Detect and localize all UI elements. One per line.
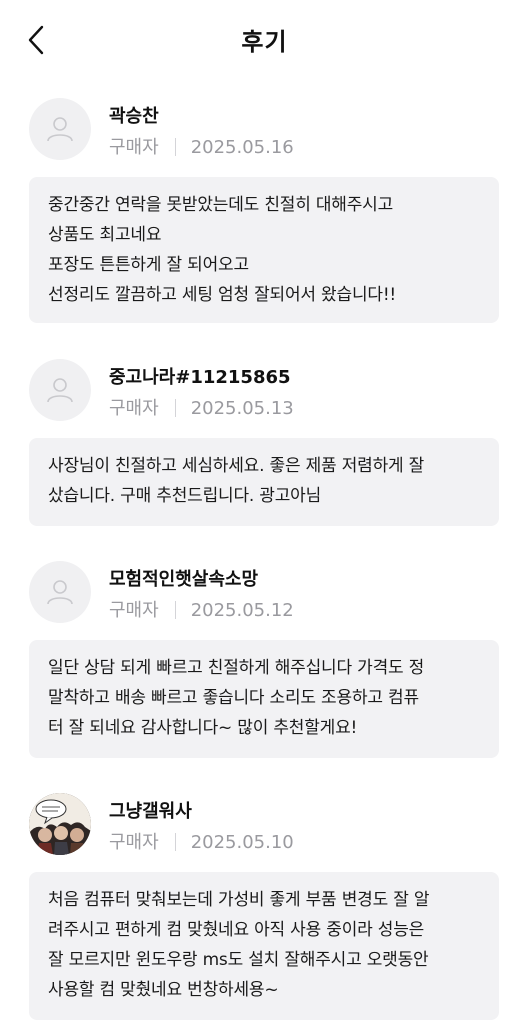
review-date: 2025.05.16 [190, 137, 294, 158]
user-icon [47, 378, 73, 403]
review-text-line: 포장도 튼튼하게 잘 되어오고 [48, 255, 249, 275]
meta-divider [174, 601, 176, 619]
review-text-line: 잘 모르지만 윈도우랑 ms도 설치 잘해주시고 오랫동안 [48, 950, 429, 970]
reviewer-role: 구매자 [109, 398, 159, 419]
reviewer-name: 모험적인햇살속소망 [109, 569, 259, 590]
review-text-box: 일단 상담 되게 빠르고 친절하게 해주십니다 가격도 정 말착하고 배송 빠르… [29, 640, 499, 758]
review-meta: 구매자 2025.05.10 [109, 828, 294, 854]
reviewer-role: 구매자 [109, 137, 159, 158]
review-text-box: 사장님이 친절하고 세심하세요. 좋은 제품 저렴하게 잘 샀습니다. 구매 추… [29, 438, 499, 526]
avatar [29, 793, 91, 855]
review-text-line: 사장님이 친절하고 세심하세요. 좋은 제품 저렴하게 잘 [48, 456, 425, 476]
meta-divider [174, 399, 176, 417]
avatar [29, 561, 91, 623]
review-text-line: 상품도 최고네요 [48, 225, 162, 245]
review-text-line: 중간중간 연락을 못받았는데도 친절히 대해주시고 [48, 195, 394, 215]
review-date: 2025.05.12 [190, 600, 294, 621]
review-date: 2025.05.10 [190, 832, 294, 853]
review-text-line: 샀습니다. 구매 추천드립니다. 광고아님 [48, 486, 322, 506]
review-text-line: 사용할 컴 맞췄네요 번창하세용~ [48, 980, 279, 1000]
review-text-line: 선정리도 깔끔하고 세팅 엄청 잘되어서 왔습니다!! [48, 285, 397, 305]
header: 후기 [0, 0, 529, 80]
comic-avatar-image [29, 793, 91, 855]
review-text-line: 터 잘 되네요 감사합니다~ 많이 추천할게요! [48, 718, 358, 738]
reviewer-role: 구매자 [109, 832, 159, 853]
review-meta: 구매자 2025.05.12 [109, 596, 294, 622]
review-text-line: 일단 상담 되게 빠르고 친절하게 해주십니다 가격도 정 [48, 658, 425, 678]
review-text-line: 말착하고 배송 빠르고 좋습니다 소리도 조용하고 컴퓨 [48, 688, 419, 708]
page-title: 후기 [241, 28, 288, 56]
review-text-box: 중간중간 연락을 못받았는데도 친절히 대해주시고 상품도 최고네요 포장도 튼… [29, 177, 499, 323]
review-text-line: 처음 컴퓨터 맞춰보는데 가성비 좋게 부품 변경도 잘 알 [48, 890, 430, 910]
reviewer-role: 구매자 [109, 600, 159, 621]
review-text-line: 려주시고 편하게 컴 맞췄네요 아직 사용 중이라 성능은 [48, 920, 425, 940]
review-meta: 구매자 2025.05.13 [109, 394, 294, 420]
review-meta: 구매자 2025.05.16 [109, 133, 294, 159]
review-date: 2025.05.13 [190, 398, 294, 419]
meta-divider [174, 833, 176, 851]
user-icon [47, 117, 73, 142]
reviewer-name: 그냥갤워사 [109, 801, 192, 822]
user-icon [47, 580, 73, 605]
reviewer-name: 중고나라#11215865 [109, 367, 291, 388]
avatar [29, 98, 91, 160]
review-text-box: 처음 컴퓨터 맞춰보는데 가성비 좋게 부품 변경도 잘 알 려주시고 편하게 … [29, 872, 499, 1020]
reviewer-name: 곽승찬 [109, 106, 159, 127]
avatar [29, 359, 91, 421]
meta-divider [174, 138, 176, 156]
